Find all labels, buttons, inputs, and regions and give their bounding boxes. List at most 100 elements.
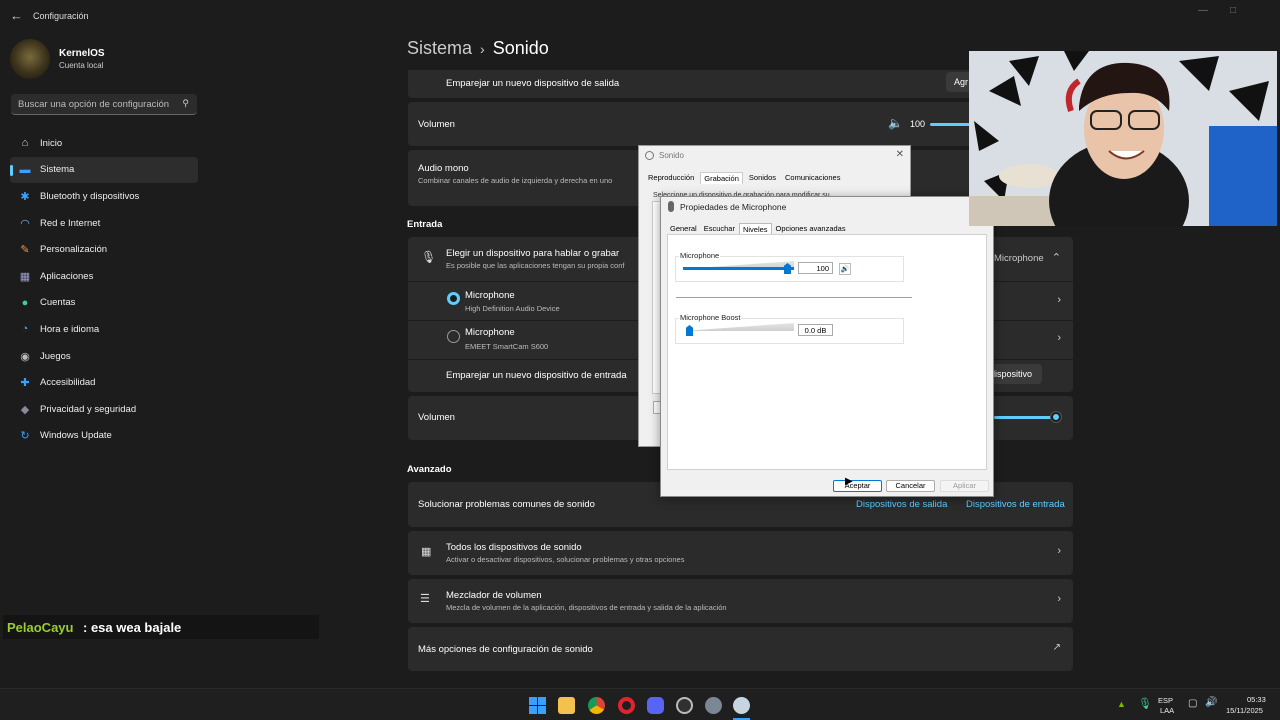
- sidebar-item-label: Personalización: [40, 244, 108, 256]
- input-volume-thumb[interactable]: [1051, 412, 1061, 422]
- all-devices-title: Todos los dispositivos de sonido: [446, 542, 582, 553]
- mouse-cursor-icon: ▶: [845, 476, 853, 487]
- output-devices-link[interactable]: Dispositivos de salida: [856, 499, 947, 510]
- sidebar-item[interactable]: ◠ Red e Internet: [10, 210, 198, 237]
- sound-tab[interactable]: Comunicaciones: [782, 172, 843, 184]
- sidebar-item[interactable]: ✱ Bluetooth y dispositivos: [10, 183, 198, 210]
- advanced-section-heading: Avanzado: [407, 464, 452, 475]
- mixer-icon: ☰: [420, 593, 430, 605]
- page-title: Sonido: [492, 38, 549, 58]
- all-devices-subtitle: Activar o desactivar dispositivos, soluc…: [446, 555, 685, 564]
- input-section-heading: Entrada: [407, 219, 443, 230]
- cancel-button[interactable]: Cancelar: [886, 480, 935, 492]
- mixer-title: Mezclador de volumen: [446, 590, 542, 601]
- profile-subtitle: Cuenta local: [59, 61, 104, 70]
- sound-tab[interactable]: Sonidos: [746, 172, 779, 184]
- sound-tab[interactable]: Reproducción: [645, 172, 697, 184]
- input-choose-title: Elegir un dispositivo para hablar o grab…: [446, 248, 620, 259]
- search-placeholder: Buscar una opción de configuración: [18, 99, 170, 110]
- sidebar-item[interactable]: ⌂ Inicio: [10, 130, 198, 157]
- sidebar-item[interactable]: ✎ Personalización: [10, 236, 198, 263]
- bluetooth-icon: ✱: [20, 190, 30, 203]
- sidebar-item[interactable]: ◉ Juegos: [10, 343, 198, 370]
- sound-tab[interactable]: Grabación: [700, 172, 743, 184]
- sidebar-item[interactable]: ▬ Sistema: [10, 156, 198, 184]
- chevron-right-icon[interactable]: ›: [1057, 593, 1061, 605]
- more-sound-options-row[interactable]: Más opciones de configuración de sonido …: [408, 627, 1073, 671]
- chrome-icon[interactable]: [588, 697, 605, 714]
- sidebar-item[interactable]: ↻ Windows Update: [10, 423, 198, 450]
- settings-icon[interactable]: [705, 697, 722, 714]
- selected-input-device: Microphone: [994, 253, 1044, 264]
- boost-value[interactable]: 0.0 dB: [798, 324, 833, 336]
- chevron-up-icon[interactable]: ⌃: [1052, 251, 1061, 264]
- input-device-radio[interactable]: [447, 330, 460, 343]
- monitor-icon: ▬: [19, 163, 31, 176]
- avatar[interactable]: [10, 39, 50, 79]
- minimize-icon[interactable]: —: [1198, 5, 1208, 16]
- clock-date[interactable]: 15/11/2025: [1226, 706, 1263, 715]
- external-link-icon[interactable]: ↗: [1053, 642, 1061, 653]
- volume-tray-icon[interactable]: 🔊: [1205, 697, 1217, 708]
- pair-input-label: Emparejar un nuevo dispositivo de entrad…: [446, 370, 627, 381]
- sound-dialog-icon: [645, 151, 654, 160]
- back-arrow-icon[interactable]: ←: [10, 9, 24, 23]
- sidebar-item[interactable]: ◆ Privacidad y seguridad: [10, 396, 198, 423]
- sidebar-nav: ⌂ Inicio ▬ Sistema ✱ Bluetooth y dispositivos…: [10, 130, 198, 449]
- microphone-level-value[interactable]: 100: [798, 262, 833, 274]
- input-device-radio[interactable]: [447, 292, 460, 305]
- close-icon[interactable]: ✕: [896, 149, 904, 160]
- sidebar-item[interactable]: ◔ Hora e idioma: [10, 316, 198, 343]
- mute-speaker-icon[interactable]: 🔊: [839, 263, 851, 275]
- speaker-icon[interactable]: 🔈: [888, 116, 903, 130]
- ok-button[interactable]: Aceptar: [833, 480, 882, 492]
- sidebar-item-label: Juegos: [40, 350, 71, 362]
- maximize-icon[interactable]: □: [1230, 5, 1236, 16]
- apps-icon: ▦: [19, 270, 31, 283]
- sidebar-item-label: Aplicaciones: [40, 270, 94, 282]
- chevron-right-icon[interactable]: ›: [1057, 332, 1061, 344]
- file-explorer-icon[interactable]: [558, 697, 575, 714]
- steam-icon[interactable]: [733, 697, 750, 714]
- pair-output-label: Emparejar un nuevo dispositivo de salida: [446, 78, 620, 89]
- more-sound-options-label: Más opciones de configuración de sonido: [418, 644, 593, 655]
- globe-clock-icon: ◔: [21, 323, 29, 336]
- windows-start-icon[interactable]: [529, 697, 546, 714]
- app-title: Configuración: [33, 11, 89, 21]
- chat-username: PelaoCayu: [7, 620, 74, 635]
- sidebar-item-label: Privacidad y seguridad: [40, 403, 137, 415]
- shield-icon: ◆: [20, 403, 30, 416]
- search-input[interactable]: Buscar una opción de configuración ⚲: [11, 94, 197, 115]
- sidebar-item[interactable]: ✚ Accesibilidad: [10, 369, 198, 396]
- chat-message: PelaoCayu : esa wea bajale: [3, 615, 319, 639]
- title-bar: ← Configuración — □: [0, 0, 1280, 32]
- input-devices-link[interactable]: Dispositivos de entrada: [966, 499, 1065, 510]
- input-device-name: Microphone: [465, 290, 515, 301]
- language-code[interactable]: ESP: [1158, 696, 1173, 705]
- microphone-tray-icon[interactable]: 🎙: [1138, 697, 1152, 710]
- clock-time[interactable]: 05:33: [1247, 695, 1266, 704]
- input-volume-slider[interactable]: [994, 416, 1056, 419]
- input-choose-subtitle: Es posible que las aplicaciones tengan s…: [446, 261, 625, 270]
- output-volume-slider[interactable]: [930, 123, 970, 126]
- discord-icon[interactable]: [647, 697, 664, 714]
- nvidia-icon[interactable]: ▲: [1117, 699, 1126, 709]
- sidebar-item[interactable]: ● Cuentas: [10, 290, 198, 317]
- accessibility-icon: ✚: [20, 377, 30, 390]
- obs-icon[interactable]: [676, 697, 693, 714]
- chevron-right-icon[interactable]: ›: [1057, 294, 1061, 306]
- volume-mixer-row[interactable]: ☰ Mezclador de volumen Mezcla de volumen…: [408, 579, 1073, 623]
- chevron-right-icon[interactable]: ›: [1057, 545, 1061, 557]
- network-icon[interactable]: ▢: [1188, 698, 1197, 709]
- sidebar-item-label: Red e Internet: [40, 217, 101, 229]
- microphone-level-label: Microphone: [679, 251, 721, 260]
- language-layout[interactable]: LAA: [1160, 706, 1174, 715]
- apply-button[interactable]: Aplicar: [940, 480, 989, 492]
- webcam-overlay: [969, 51, 1277, 226]
- sidebar-item[interactable]: ▦ Aplicaciones: [10, 263, 198, 290]
- all-devices-row[interactable]: ▦ Todos los dispositivos de sonido Activ…: [408, 531, 1073, 575]
- breadcrumb-parent[interactable]: Sistema: [407, 38, 472, 58]
- account-icon: ●: [21, 296, 29, 309]
- opera-icon[interactable]: [618, 697, 635, 714]
- breadcrumb: Sistema › Sonido: [407, 38, 549, 59]
